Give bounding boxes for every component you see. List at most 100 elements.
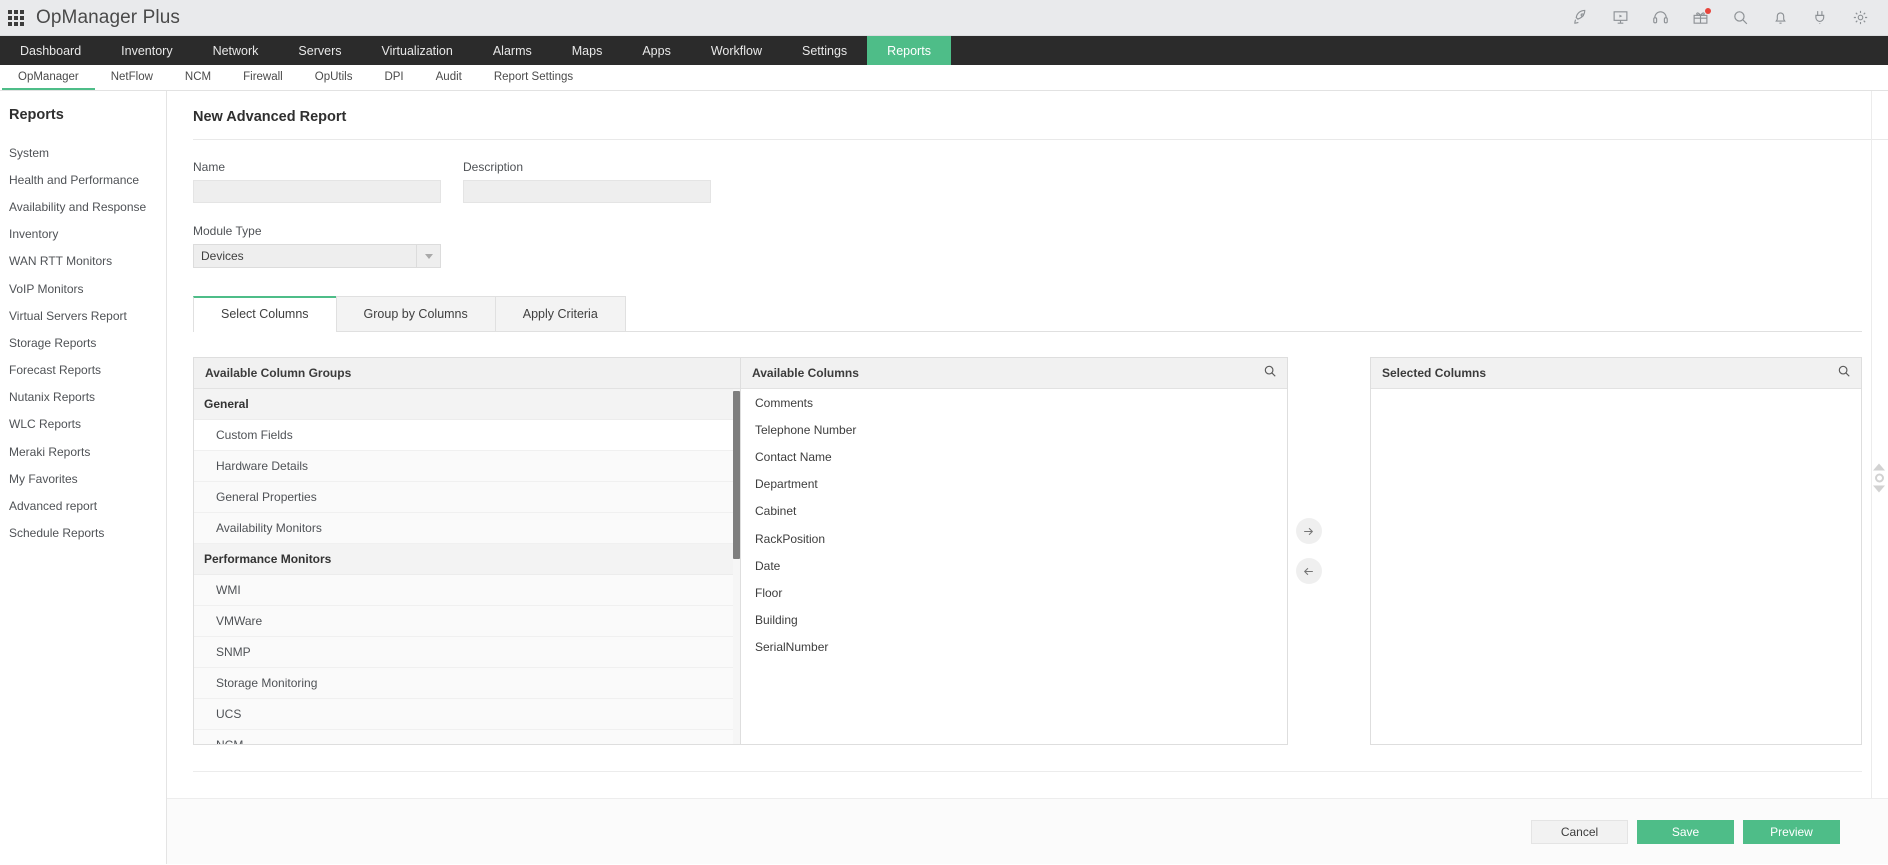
group-item-storage-monitoring[interactable]: Storage Monitoring bbox=[194, 668, 740, 699]
headset-icon[interactable] bbox=[1650, 8, 1670, 28]
available-column-groups-panel: Available Column Groups General Custom F… bbox=[193, 357, 741, 745]
plug-icon[interactable] bbox=[1810, 8, 1830, 28]
scroll-down-icon[interactable] bbox=[1873, 485, 1885, 492]
sidebar-item-wan-rtt-monitors[interactable]: WAN RTT Monitors bbox=[0, 248, 166, 275]
gift-badge bbox=[1705, 7, 1711, 14]
gift-icon[interactable] bbox=[1690, 7, 1711, 28]
sidebar-item-forecast-reports[interactable]: Forecast Reports bbox=[0, 357, 166, 384]
page-scroll-control[interactable] bbox=[1873, 463, 1885, 492]
subnav-item-dpi[interactable]: DPI bbox=[368, 65, 419, 90]
sidebar-item-system[interactable]: System bbox=[0, 139, 166, 166]
sidebar-item-inventory[interactable]: Inventory bbox=[0, 221, 166, 248]
available-column-item[interactable]: Date bbox=[741, 552, 1287, 579]
available-column-item[interactable]: SerialNumber bbox=[741, 634, 1287, 661]
arrow-right-icon[interactable] bbox=[1295, 518, 1322, 544]
sub-navigation: OpManager NetFlow NCM Firewall OpUtils D… bbox=[0, 65, 1888, 91]
available-column-item[interactable]: Contact Name bbox=[741, 443, 1287, 470]
sidebar-item-wlc-reports[interactable]: WLC Reports bbox=[0, 411, 166, 438]
description-field-group: Description bbox=[463, 160, 711, 203]
subnav-item-audit[interactable]: Audit bbox=[420, 65, 478, 90]
group-item-general-properties[interactable]: General Properties bbox=[194, 482, 740, 513]
subnav-item-firewall[interactable]: Firewall bbox=[227, 65, 299, 90]
sidebar-item-storage-reports[interactable]: Storage Reports bbox=[0, 329, 166, 356]
available-column-item[interactable]: Department bbox=[741, 471, 1287, 498]
bell-icon[interactable] bbox=[1770, 8, 1790, 28]
sidebar-item-meraki-reports[interactable]: Meraki Reports bbox=[0, 438, 166, 465]
sidebar-item-voip-monitors[interactable]: VoIP Monitors bbox=[0, 275, 166, 302]
form-row-name-description: Name Description bbox=[193, 160, 1888, 203]
cancel-button[interactable]: Cancel bbox=[1531, 819, 1628, 844]
panels-divider bbox=[193, 771, 1862, 772]
sidebar-item-health-and-performance[interactable]: Health and Performance bbox=[0, 166, 166, 193]
nav-item-workflow[interactable]: Workflow bbox=[691, 36, 782, 65]
search-icon[interactable] bbox=[1837, 364, 1851, 383]
chevron-down-icon[interactable] bbox=[416, 245, 440, 267]
subnav-item-oputils[interactable]: OpUtils bbox=[299, 65, 369, 90]
nav-item-inventory[interactable]: Inventory bbox=[101, 36, 192, 65]
group-item-snmp[interactable]: SNMP bbox=[194, 637, 740, 668]
gear-icon[interactable] bbox=[1850, 8, 1870, 28]
nav-item-apps[interactable]: Apps bbox=[622, 36, 691, 65]
search-icon[interactable] bbox=[1263, 364, 1277, 383]
sidebar-item-availability-and-response[interactable]: Availability and Response bbox=[0, 193, 166, 220]
nav-item-dashboard[interactable]: Dashboard bbox=[0, 36, 101, 65]
module-type-group: Module Type Devices bbox=[193, 224, 1888, 268]
subnav-item-report-settings[interactable]: Report Settings bbox=[478, 65, 589, 90]
nav-item-settings[interactable]: Settings bbox=[782, 36, 867, 65]
group-item-custom-fields[interactable]: Custom Fields bbox=[194, 420, 740, 451]
preview-button[interactable]: Preview bbox=[1743, 819, 1840, 844]
module-type-label: Module Type bbox=[193, 224, 262, 238]
available-columns-header: Available Columns bbox=[741, 358, 1287, 389]
title-divider bbox=[193, 139, 1888, 140]
app-grid-icon[interactable] bbox=[8, 9, 24, 26]
sidebar-item-virtual-servers-report[interactable]: Virtual Servers Report bbox=[0, 302, 166, 329]
available-column-item[interactable]: Floor bbox=[741, 579, 1287, 606]
group-item-availability-monitors[interactable]: Availability Monitors bbox=[194, 513, 740, 544]
selected-columns-list[interactable] bbox=[1371, 389, 1861, 744]
available-column-item[interactable]: Telephone Number bbox=[741, 416, 1287, 443]
rocket-icon[interactable] bbox=[1570, 8, 1590, 28]
scroll-handle-icon[interactable] bbox=[1874, 473, 1884, 482]
available-column-item[interactable]: Comments bbox=[741, 389, 1287, 416]
tab-group-by-columns[interactable]: Group by Columns bbox=[335, 296, 496, 331]
subnav-item-netflow[interactable]: NetFlow bbox=[95, 65, 169, 90]
available-columns-list[interactable]: Comments Telephone Number Contact Name D… bbox=[741, 389, 1287, 744]
available-columns-title: Available Columns bbox=[752, 366, 859, 380]
subnav-item-ncm[interactable]: NCM bbox=[169, 65, 227, 90]
group-item-ncm[interactable]: NCM bbox=[194, 730, 740, 744]
nav-item-reports[interactable]: Reports bbox=[867, 36, 951, 65]
name-label: Name bbox=[193, 160, 226, 174]
tab-select-columns[interactable]: Select Columns bbox=[193, 296, 337, 332]
nav-item-network[interactable]: Network bbox=[193, 36, 279, 65]
available-column-item[interactable]: RackPosition bbox=[741, 525, 1287, 552]
nav-item-alarms[interactable]: Alarms bbox=[473, 36, 552, 65]
page-title: New Advanced Report bbox=[193, 109, 347, 125]
module-type-value: Devices bbox=[201, 249, 244, 263]
description-input[interactable] bbox=[463, 180, 711, 203]
nav-item-maps[interactable]: Maps bbox=[552, 36, 623, 65]
sidebar-item-nutanix-reports[interactable]: Nutanix Reports bbox=[0, 384, 166, 411]
group-item-ucs[interactable]: UCS bbox=[194, 699, 740, 730]
column-groups-scrollbar[interactable] bbox=[733, 389, 740, 744]
available-column-item[interactable]: Building bbox=[741, 607, 1287, 634]
save-button[interactable]: Save bbox=[1637, 819, 1734, 844]
nav-item-servers[interactable]: Servers bbox=[278, 36, 361, 65]
search-icon[interactable] bbox=[1730, 8, 1750, 28]
footer-actions: Cancel Save Preview bbox=[167, 798, 1888, 864]
tab-apply-criteria[interactable]: Apply Criteria bbox=[494, 296, 626, 331]
presentation-icon[interactable] bbox=[1610, 8, 1630, 28]
subnav-item-opmanager[interactable]: OpManager bbox=[2, 65, 95, 90]
available-column-groups-list[interactable]: General Custom Fields Hardware Details G… bbox=[194, 389, 740, 744]
name-input[interactable] bbox=[193, 180, 441, 203]
arrow-left-icon[interactable] bbox=[1295, 558, 1322, 584]
scroll-up-icon[interactable] bbox=[1873, 463, 1885, 470]
sidebar-item-schedule-reports[interactable]: Schedule Reports bbox=[0, 520, 166, 547]
group-item-vmware[interactable]: VMWare bbox=[194, 606, 740, 637]
module-type-select[interactable]: Devices bbox=[193, 244, 441, 268]
group-item-hardware-details[interactable]: Hardware Details bbox=[194, 451, 740, 482]
sidebar-item-advanced-report[interactable]: Advanced report bbox=[0, 492, 166, 519]
available-column-item[interactable]: Cabinet bbox=[741, 498, 1287, 525]
nav-item-virtualization[interactable]: Virtualization bbox=[362, 36, 473, 65]
sidebar-item-my-favorites[interactable]: My Favorites bbox=[0, 465, 166, 492]
group-item-wmi[interactable]: WMI bbox=[194, 575, 740, 606]
